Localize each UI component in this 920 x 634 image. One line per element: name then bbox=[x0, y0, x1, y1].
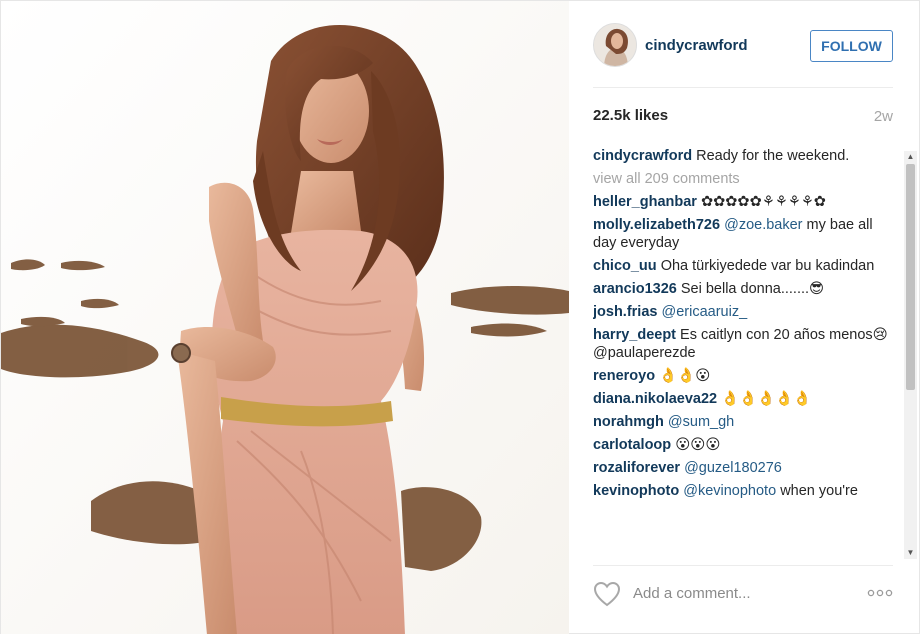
caption: cindycrawford Ready for the weekend. bbox=[593, 147, 899, 165]
likes-count[interactable]: 22.5k likes bbox=[593, 107, 668, 124]
comment-username[interactable]: josh.frias bbox=[593, 304, 657, 320]
comment-mention[interactable]: @kevinophoto bbox=[683, 483, 776, 499]
comment-username[interactable]: harry_deept bbox=[593, 327, 676, 343]
comment-username[interactable]: molly.elizabeth726 bbox=[593, 217, 720, 233]
comment-item: arancio1326 Sei bella donna.......😎 bbox=[593, 280, 899, 298]
comment-text: when you're bbox=[780, 483, 858, 499]
header-divider bbox=[593, 87, 893, 88]
username-link[interactable]: cindycrawford bbox=[645, 37, 748, 54]
comment-text: 😮😮😮 bbox=[675, 437, 721, 453]
add-comment-input[interactable] bbox=[633, 585, 843, 602]
comment-text: Sei bella donna.......😎 bbox=[680, 281, 825, 297]
comment-username[interactable]: chico_uu bbox=[593, 258, 657, 274]
post-age[interactable]: 2w bbox=[874, 108, 893, 125]
avatar[interactable] bbox=[593, 23, 637, 67]
comment-mention[interactable]: @sum_gh bbox=[668, 414, 734, 430]
comment-item: josh.frias @ericaaruiz_ bbox=[593, 303, 899, 321]
comment-item: reneroyo 👌👌😮 bbox=[593, 367, 899, 385]
comment-username[interactable]: reneroyo bbox=[593, 368, 655, 384]
comment-text: 👌👌👌👌👌 bbox=[721, 391, 812, 407]
comments-list: cindycrawford Ready for the weekend. vie… bbox=[593, 147, 899, 555]
scroll-thumb[interactable] bbox=[906, 164, 915, 390]
comment-item: rozaliforever @guzel180276 bbox=[593, 459, 899, 477]
comment-item: chico_uu Oha türkiyedede var bu kadindan bbox=[593, 257, 899, 275]
comment-text: 👌👌😮 bbox=[659, 368, 711, 384]
comment-username[interactable]: arancio1326 bbox=[593, 281, 677, 297]
post-photo[interactable] bbox=[1, 1, 569, 634]
photo-illustration bbox=[1, 1, 569, 634]
comment-username[interactable]: kevinophoto bbox=[593, 483, 679, 499]
comment-item: harry_deept Es caitlyn con 20 años menos… bbox=[593, 326, 899, 362]
post-footer bbox=[593, 573, 893, 613]
post-details-panel: cindycrawford FOLLOW 22.5k likes 2w cind… bbox=[569, 1, 920, 634]
comment-username[interactable]: norahmgh bbox=[593, 414, 664, 430]
follow-button[interactable]: FOLLOW bbox=[810, 30, 893, 62]
instagram-post: cindycrawford FOLLOW 22.5k likes 2w cind… bbox=[0, 0, 920, 634]
comment-item: molly.elizabeth726 @zoe.baker my bae all… bbox=[593, 216, 899, 252]
comment-username[interactable]: carlotaloop bbox=[593, 437, 671, 453]
scroll-down-arrow-icon[interactable]: ▼ bbox=[904, 547, 917, 559]
footer-divider bbox=[593, 565, 893, 566]
comment-item: kevinophoto @kevinophoto when you're bbox=[593, 482, 899, 500]
comment-text: ✿✿✿✿✿⚘⚘⚘⚘✿ bbox=[700, 194, 826, 210]
profile-photo-icon bbox=[594, 24, 636, 66]
view-all-comments-link[interactable]: view all 209 comments bbox=[593, 170, 899, 188]
comment-item: carlotaloop 😮😮😮 bbox=[593, 436, 899, 454]
more-options-icon[interactable] bbox=[867, 589, 893, 597]
comment-username[interactable]: heller_ghanbar bbox=[593, 194, 697, 210]
post-header: cindycrawford FOLLOW bbox=[593, 23, 893, 71]
comments-scrollbar[interactable]: ▲ ▼ bbox=[904, 151, 917, 559]
comment-mention[interactable]: @guzel180276 bbox=[684, 460, 782, 476]
comment-mention[interactable]: @zoe.baker bbox=[724, 217, 802, 233]
caption-username[interactable]: cindycrawford bbox=[593, 148, 692, 164]
comment-item: norahmgh @sum_gh bbox=[593, 413, 899, 431]
comment-username[interactable]: diana.nikolaeva22 bbox=[593, 391, 717, 407]
scroll-up-arrow-icon[interactable]: ▲ bbox=[904, 151, 917, 163]
comment-item: heller_ghanbar ✿✿✿✿✿⚘⚘⚘⚘✿ bbox=[593, 193, 899, 211]
comment-username[interactable]: rozaliforever bbox=[593, 460, 680, 476]
comment-mention[interactable]: @ericaaruiz_ bbox=[662, 304, 748, 320]
comment-text: Oha türkiyedede var bu kadindan bbox=[660, 258, 875, 274]
comment-item: diana.nikolaeva22 👌👌👌👌👌 bbox=[593, 390, 899, 408]
heart-outline-icon[interactable] bbox=[593, 581, 621, 607]
caption-text: Ready for the weekend. bbox=[696, 148, 850, 164]
